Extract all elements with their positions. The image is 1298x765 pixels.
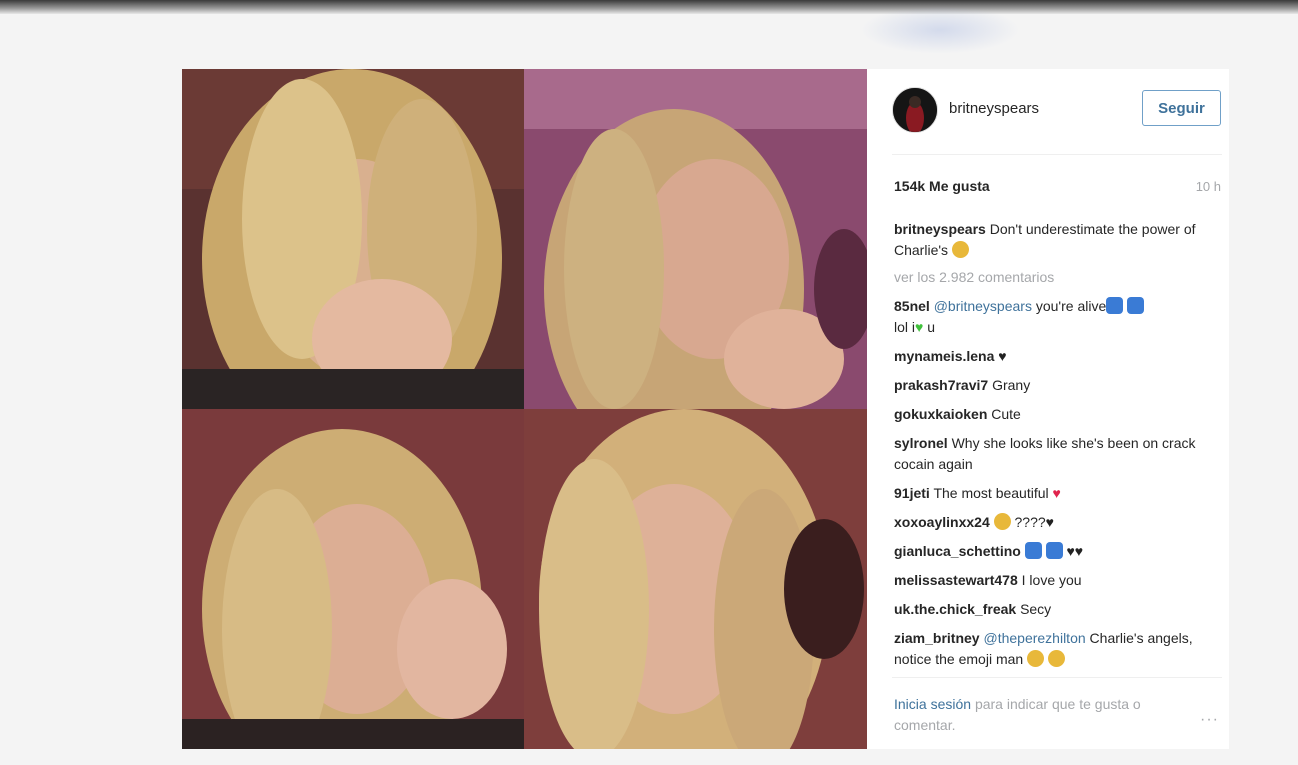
- smiley-face-icon: [1047, 650, 1065, 667]
- list-item: ziam_britney @theperezhilton Charlie's a…: [894, 628, 1204, 670]
- photo-tile-bottom-left: [182, 409, 524, 749]
- comment-text: Secy: [1020, 601, 1052, 617]
- comment-author[interactable]: 91jeti: [894, 485, 930, 501]
- comment-mention[interactable]: @britneyspears: [934, 298, 1032, 314]
- caption-author[interactable]: britneyspears: [894, 221, 986, 237]
- face-icon: [1127, 297, 1145, 314]
- comment-author[interactable]: gianluca_schettino: [894, 543, 1021, 559]
- laughing-face-icon: [1027, 650, 1045, 667]
- caption: britneyspears Don't underestimate the po…: [894, 219, 1204, 261]
- heart-icon: ♥: [1045, 514, 1054, 530]
- heart-icon: ♥: [998, 348, 1007, 364]
- comment-author[interactable]: 85nel: [894, 298, 930, 314]
- comment-text: Cute: [991, 406, 1021, 422]
- avatar[interactable]: [892, 87, 938, 133]
- login-link[interactable]: Inicia sesión: [894, 696, 971, 712]
- list-item: melissastewart478 I love you: [894, 570, 1204, 591]
- video-top-bar: [0, 0, 1298, 14]
- comments-list: britneyspears Don't underestimate the po…: [894, 219, 1204, 670]
- post-photo-collage[interactable]: [182, 69, 867, 749]
- post-header: britneyspears Seguir: [867, 69, 1229, 154]
- list-item: gokuxkaioken Cute: [894, 404, 1204, 425]
- list-item: mynameis.lena ♥: [894, 346, 1204, 367]
- comment-author[interactable]: mynameis.lena: [894, 348, 994, 364]
- heart-icon: ♥: [1052, 485, 1061, 501]
- login-prompt: Inicia sesión para indicar que te gusta …: [894, 694, 1194, 736]
- square-icon: [1024, 542, 1042, 559]
- list-item: uk.the.chick_freak Secy: [894, 599, 1204, 620]
- list-item: sylronel Why she looks like she's been o…: [894, 433, 1204, 475]
- ellipsis-icon[interactable]: ···: [1200, 711, 1219, 729]
- comment-text: I love you: [1021, 572, 1082, 588]
- list-item: 85nel @britneyspears you're alive lol i♥…: [894, 296, 1204, 338]
- footer-divider: [892, 677, 1222, 678]
- comment-author[interactable]: sylronel: [894, 435, 948, 451]
- comment-author[interactable]: melissastewart478: [894, 572, 1018, 588]
- comment-author[interactable]: prakash7ravi7: [894, 377, 988, 393]
- comment-text: Grany: [992, 377, 1031, 393]
- background-glow: [860, 6, 1020, 54]
- smiley-face-icon: [951, 241, 969, 258]
- list-item: gianluca_schettino ♥♥: [894, 541, 1204, 562]
- comment-mention[interactable]: @theperezhilton: [983, 630, 1085, 646]
- comment-text: lol i: [894, 319, 916, 335]
- username-link[interactable]: britneyspears: [949, 100, 1039, 117]
- heart-icon: ♥: [1066, 543, 1075, 559]
- face-icon: [1106, 297, 1124, 314]
- comment-text: u: [927, 319, 936, 335]
- comment-author[interactable]: gokuxkaioken: [894, 406, 987, 422]
- photo-tile-top-right: [524, 69, 867, 409]
- heart-icon: ♥: [915, 319, 924, 335]
- comment-author[interactable]: uk.the.chick_freak: [894, 601, 1016, 617]
- post-time[interactable]: 10 h: [1196, 179, 1221, 194]
- comment-text: The most beautiful: [933, 485, 1049, 501]
- comment-author[interactable]: xoxoaylinxx24: [894, 514, 990, 530]
- list-item: 91jeti The most beautiful ♥: [894, 483, 1204, 504]
- list-item: prakash7ravi7 Grany: [894, 375, 1204, 396]
- comment-author[interactable]: ziam_britney: [894, 630, 980, 646]
- likes-count[interactable]: 154k Me gusta: [894, 178, 990, 194]
- header-divider: [892, 154, 1222, 155]
- square-icon: [1045, 542, 1063, 559]
- comment-text: you're alive: [1035, 298, 1107, 314]
- post-side-panel: britneyspears Seguir 154k Me gusta 10 h …: [867, 69, 1229, 749]
- heart-icon: ♥: [1074, 543, 1084, 559]
- photo-tile-bottom-right: [524, 409, 867, 749]
- list-item: xoxoaylinxx24 ????♥: [894, 512, 1204, 533]
- follow-button[interactable]: Seguir: [1142, 90, 1221, 126]
- view-all-comments-link[interactable]: ver los 2.982 comentarios: [894, 267, 1204, 288]
- comment-text: ????: [1014, 514, 1046, 530]
- smiley-face-icon: [993, 513, 1011, 530]
- photo-tile-top-left: [182, 69, 524, 409]
